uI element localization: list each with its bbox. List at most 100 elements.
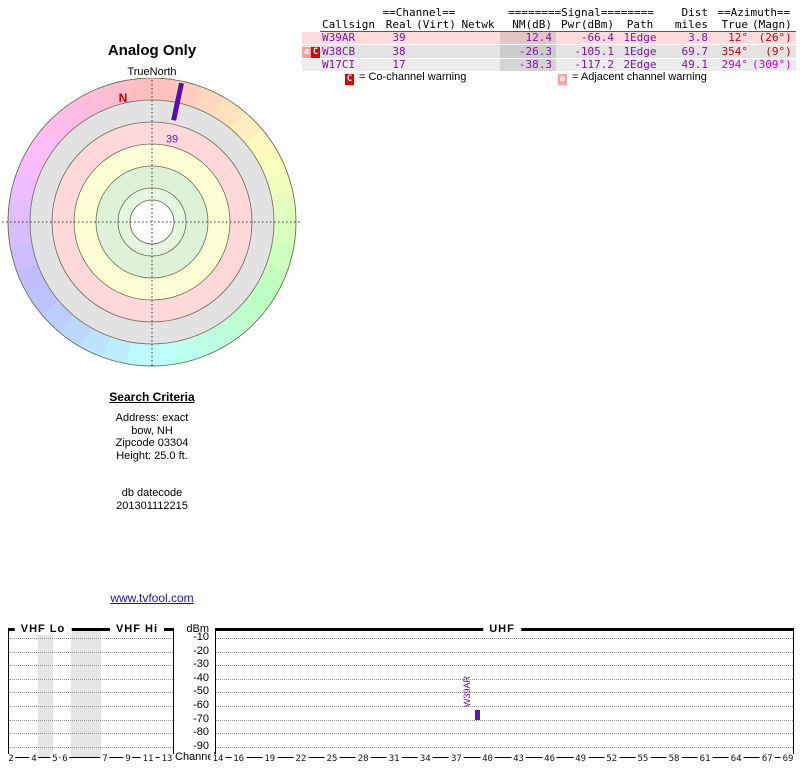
azimuth-group-header: ==Azimuth== [717,7,791,19]
azimuth-hue-ring-sector [7,220,32,248]
miles-cell: 69.7 [662,44,712,59]
channel-tick-label: 64 [728,754,744,764]
station-signal-label: W39AR [462,675,472,707]
channel-tick-label: 49 [573,754,589,764]
channel-tick-label: 9 [123,754,133,764]
channel-tick-label: 43 [511,754,526,764]
channel-tick-label: 52 [604,754,620,764]
signal-table: ==Channel== ========Signal======== Dist … [302,7,796,71]
channel-tick-label: 2 [6,754,16,764]
col-header-path: Path [618,19,662,32]
search-criteria-line: Zipcode 03304 [115,437,189,449]
col-header-callsign: Callsign [320,19,382,32]
miles-cell: 3.8 [688,31,708,44]
pwr-cell: -66.4 [580,31,614,44]
netwk-cell [456,44,500,59]
path-cell: 1Edge [623,31,657,44]
co-channel-badge: C [311,47,320,58]
col-header-true: True [712,19,752,32]
search-criteria-line [0,462,304,475]
netwk-cell [456,58,500,71]
search-criteria-lines: Address: exact bow, NH Zipcode 03304 Height… [0,412,304,512]
dbm-gridline [9,665,173,667]
col-header-real: Real [382,19,416,32]
search-criteria-line: Address: exact [115,412,189,424]
col-header-virt: (Virt) [416,19,456,32]
band-label: UHF [483,623,521,635]
search-criteria-line: db datecode [121,487,183,499]
dbm-gridline [216,678,793,680]
channel-tick-label: 7 [100,754,110,764]
azimuth-magn-cell: (9°) [752,44,796,59]
dbm-gridline [216,746,793,748]
dbm-tick-label: -50 [193,685,209,698]
table-row: W39AR 39 12.4 -66.4 1Edge 3.8 12° (26°) [302,31,796,45]
pwr-cell: -117.2 [556,58,618,71]
dbm-gridline [9,678,173,680]
dbm-gridline [216,706,793,707]
dbm-gridline [216,665,793,667]
dbm-gridline [9,637,173,639]
channel-tick-label: 67 [759,754,775,764]
dbm-gridline [9,651,173,653]
path-cell: 2Edge [618,58,662,71]
miles-cell: 49.1 [662,58,712,71]
station-signal-bar [475,710,480,720]
channel-tick-label: 58 [666,754,682,764]
azimuth-true-cell: 294° [712,58,752,71]
band-label: VHF Lo [14,623,72,635]
adjacent-channel-badge: a [302,47,311,58]
channel-tick-label: 16 [231,754,247,764]
dbm-axis: dBm -10 -20 -30 -40 -50 -60 -70 -80 -90 [172,622,213,768]
col-header-pwr: Pwr(dBm) [556,19,618,32]
spectrum-panel-vhf: VHF Lo VHF Hi 2 4 5 6 7 9 11 13 [6,623,175,764]
dbm-tick-label: -10 [193,630,209,643]
dbm-gridline [9,706,173,707]
co-channel-badge: C [345,74,354,85]
virt-channel-cell [416,58,456,71]
spectrum-gap-shade [71,631,101,757]
col-header-netwk: Netwk [456,19,500,32]
search-criteria-line: Height: 25.0 ft. [116,449,188,462]
adjacent-channel-legend-text: = Adjacent channel warning [572,71,707,83]
warning-badges: aC [302,44,320,59]
channel-tick-label: 55 [635,754,651,764]
search-criteria-line: 201301112215 [116,499,188,512]
channel-tick-label: 28 [355,754,371,764]
virt-channel-cell [416,44,456,59]
pwr-cell: -105.1 [556,44,618,59]
real-channel-cell: 17 [382,58,416,71]
channel-tick-label: 31 [386,754,402,764]
channel-tick-label: 11 [140,754,156,764]
channel-tick-label: 34 [417,754,433,764]
virt-channel-cell [416,32,456,45]
dbm-tick-label: -40 [193,671,209,684]
channel-tick-label: 22 [293,754,309,764]
channel-tick-label: 46 [542,754,558,764]
table-column-header-row: Callsign Real (Virt) Netwk NM(dB) Pwr(dB… [302,19,796,32]
dbm-tick-label: -20 [193,644,209,657]
azimuth-hue-ring-sector [126,78,154,102]
co-channel-legend-text: = Co-channel warning [359,71,467,83]
azimuth-true-cell: 354° [712,44,752,59]
real-channel-cell: 39 [392,31,406,44]
channel-tick-label: 19 [262,754,278,764]
station-marker-channel-label: 39 [166,133,178,145]
site-link-wrap: www.tvfool.com [0,591,304,605]
spectrum-gap-shade [38,631,53,757]
dbm-tick-label: -60 [193,698,209,711]
col-header-nm: NM(dB) [500,19,556,32]
warning-badges [302,32,320,45]
dbm-gridline [216,719,793,721]
nm-cell: -26.3 [500,44,556,59]
spectrum-panel-uhf: UHF 14 16 19 22 25 28 31 34 37 40 43 46 49 52 55 58 61 64 6… [210,623,796,764]
search-criteria-title: Search Criteria [109,390,195,404]
adjacent-channel-legend: a = Adjacent channel warning [558,71,707,85]
channel-tick-label: 69 [780,754,796,764]
true-north-label: TrueNorth [127,66,177,78]
tvfool-link[interactable]: www.tvfool.com [110,591,193,605]
signal-group-header: ========Signal======== [508,7,654,19]
dbm-gridline [9,719,173,721]
azimuth-hue-ring-sector [272,196,296,224]
dbm-gridline [9,746,173,748]
